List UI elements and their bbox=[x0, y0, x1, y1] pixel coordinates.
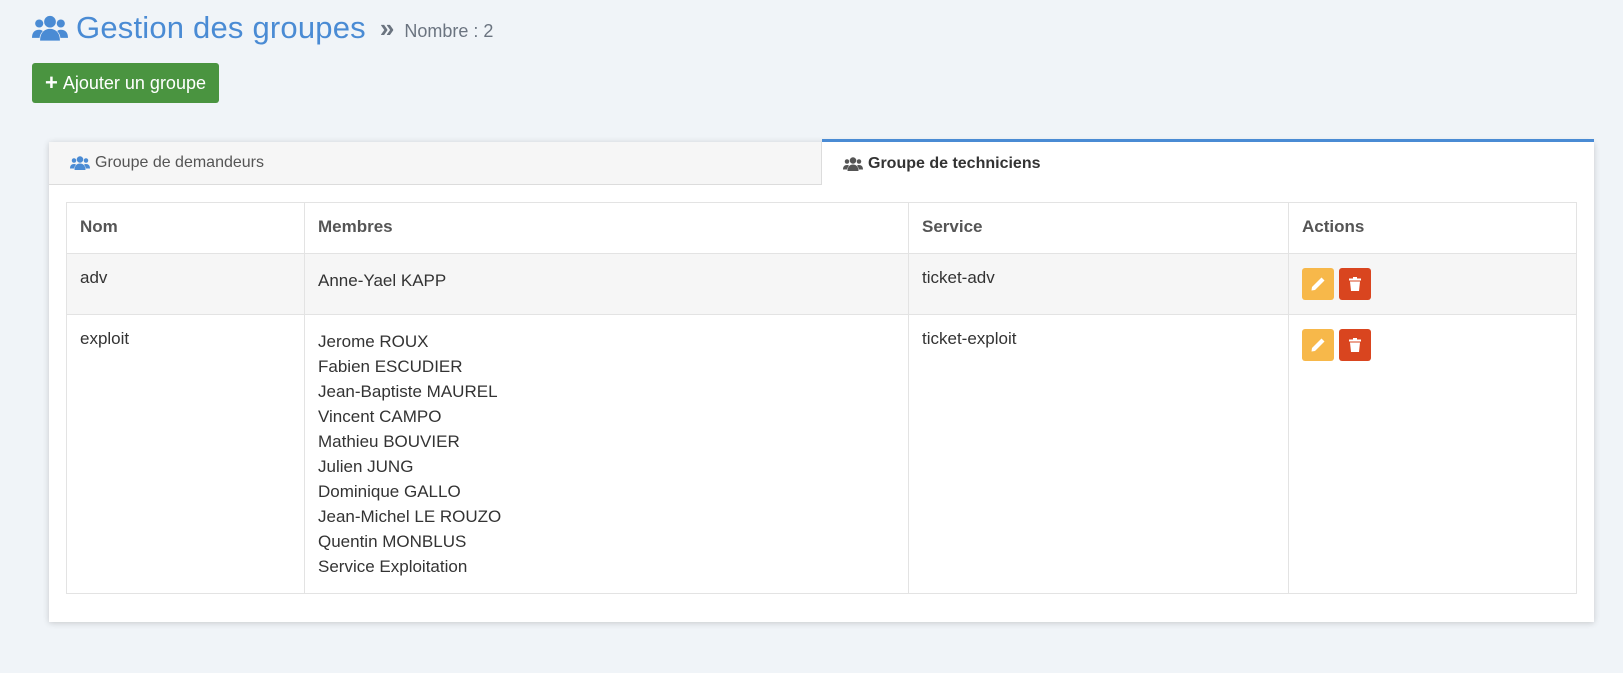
row-actions bbox=[1288, 314, 1577, 594]
row-actions bbox=[1288, 253, 1577, 315]
pencil-icon bbox=[1311, 277, 1325, 291]
group-members: Anne-Yael KAPP bbox=[304, 253, 909, 315]
group-tabs: Groupe de demandeurs Groupe de technicie… bbox=[49, 139, 1594, 185]
member-name: Service Exploitation bbox=[318, 557, 468, 576]
member-name: Mathieu BOUVIER bbox=[318, 432, 460, 451]
delete-button[interactable] bbox=[1339, 268, 1371, 300]
table-header-row: Nom Membres Service Actions bbox=[66, 202, 1577, 254]
edit-button[interactable] bbox=[1302, 329, 1334, 361]
column-header-actions: Actions bbox=[1288, 202, 1577, 254]
group-service: ticket-exploit bbox=[908, 314, 1289, 594]
groups-table: Nom Membres Service Actions adv Anne-Yae… bbox=[66, 202, 1577, 594]
add-group-button[interactable]: + Ajouter un groupe bbox=[32, 63, 219, 103]
add-group-label: Ajouter un groupe bbox=[62, 72, 206, 93]
users-icon bbox=[843, 156, 863, 171]
member-name: Fabien ESCUDIER bbox=[318, 357, 463, 376]
member-name: Julien JUNG bbox=[318, 457, 414, 476]
member-name: Jerome ROUX bbox=[318, 332, 429, 351]
member-name: Dominique GALLO bbox=[318, 482, 461, 501]
plus-icon: + bbox=[45, 70, 58, 95]
member-name: Quentin MONBLUS bbox=[318, 532, 467, 551]
tab-requesters[interactable]: Groupe de demandeurs bbox=[49, 142, 822, 185]
group-members: Jerome ROUX Fabien ESCUDIER Jean-Baptist… bbox=[304, 314, 909, 594]
column-header-service[interactable]: Service bbox=[908, 202, 1289, 254]
users-icon bbox=[70, 156, 90, 170]
member-name: Anne-Yael KAPP bbox=[318, 271, 447, 290]
trash-icon bbox=[1349, 277, 1361, 291]
delete-button[interactable] bbox=[1339, 329, 1371, 361]
tab-label: Groupe de demandeurs bbox=[95, 154, 264, 171]
column-header-members[interactable]: Membres bbox=[304, 202, 909, 254]
page-title: Gestion des groupes bbox=[76, 10, 366, 45]
users-icon bbox=[32, 15, 68, 41]
group-name: adv bbox=[66, 253, 305, 315]
group-service: ticket-adv bbox=[908, 253, 1289, 315]
table-row: exploit Jerome ROUX Fabien ESCUDIER Jean… bbox=[66, 314, 1577, 594]
member-name: Jean-Baptiste MAUREL bbox=[318, 382, 498, 401]
tab-technicians[interactable]: Groupe de techniciens bbox=[822, 139, 1594, 185]
trash-icon bbox=[1349, 338, 1361, 352]
edit-button[interactable] bbox=[1302, 268, 1334, 300]
group-name: exploit bbox=[66, 314, 305, 594]
member-name: Jean-Michel LE ROUZO bbox=[318, 507, 502, 526]
page-header: Gestion des groupes » Nombre : 2 bbox=[32, 10, 493, 46]
table-row: adv Anne-Yael KAPP ticket-adv bbox=[66, 253, 1577, 315]
double-chevron-right-icon: » bbox=[379, 13, 395, 43]
groups-panel: Groupe de demandeurs Groupe de technicie… bbox=[49, 139, 1594, 622]
tab-label: Groupe de techniciens bbox=[868, 154, 1041, 172]
group-count: Nombre : 2 bbox=[404, 20, 494, 41]
member-name: Vincent CAMPO bbox=[318, 407, 442, 426]
pencil-icon bbox=[1311, 338, 1325, 352]
column-header-name[interactable]: Nom bbox=[66, 202, 305, 254]
